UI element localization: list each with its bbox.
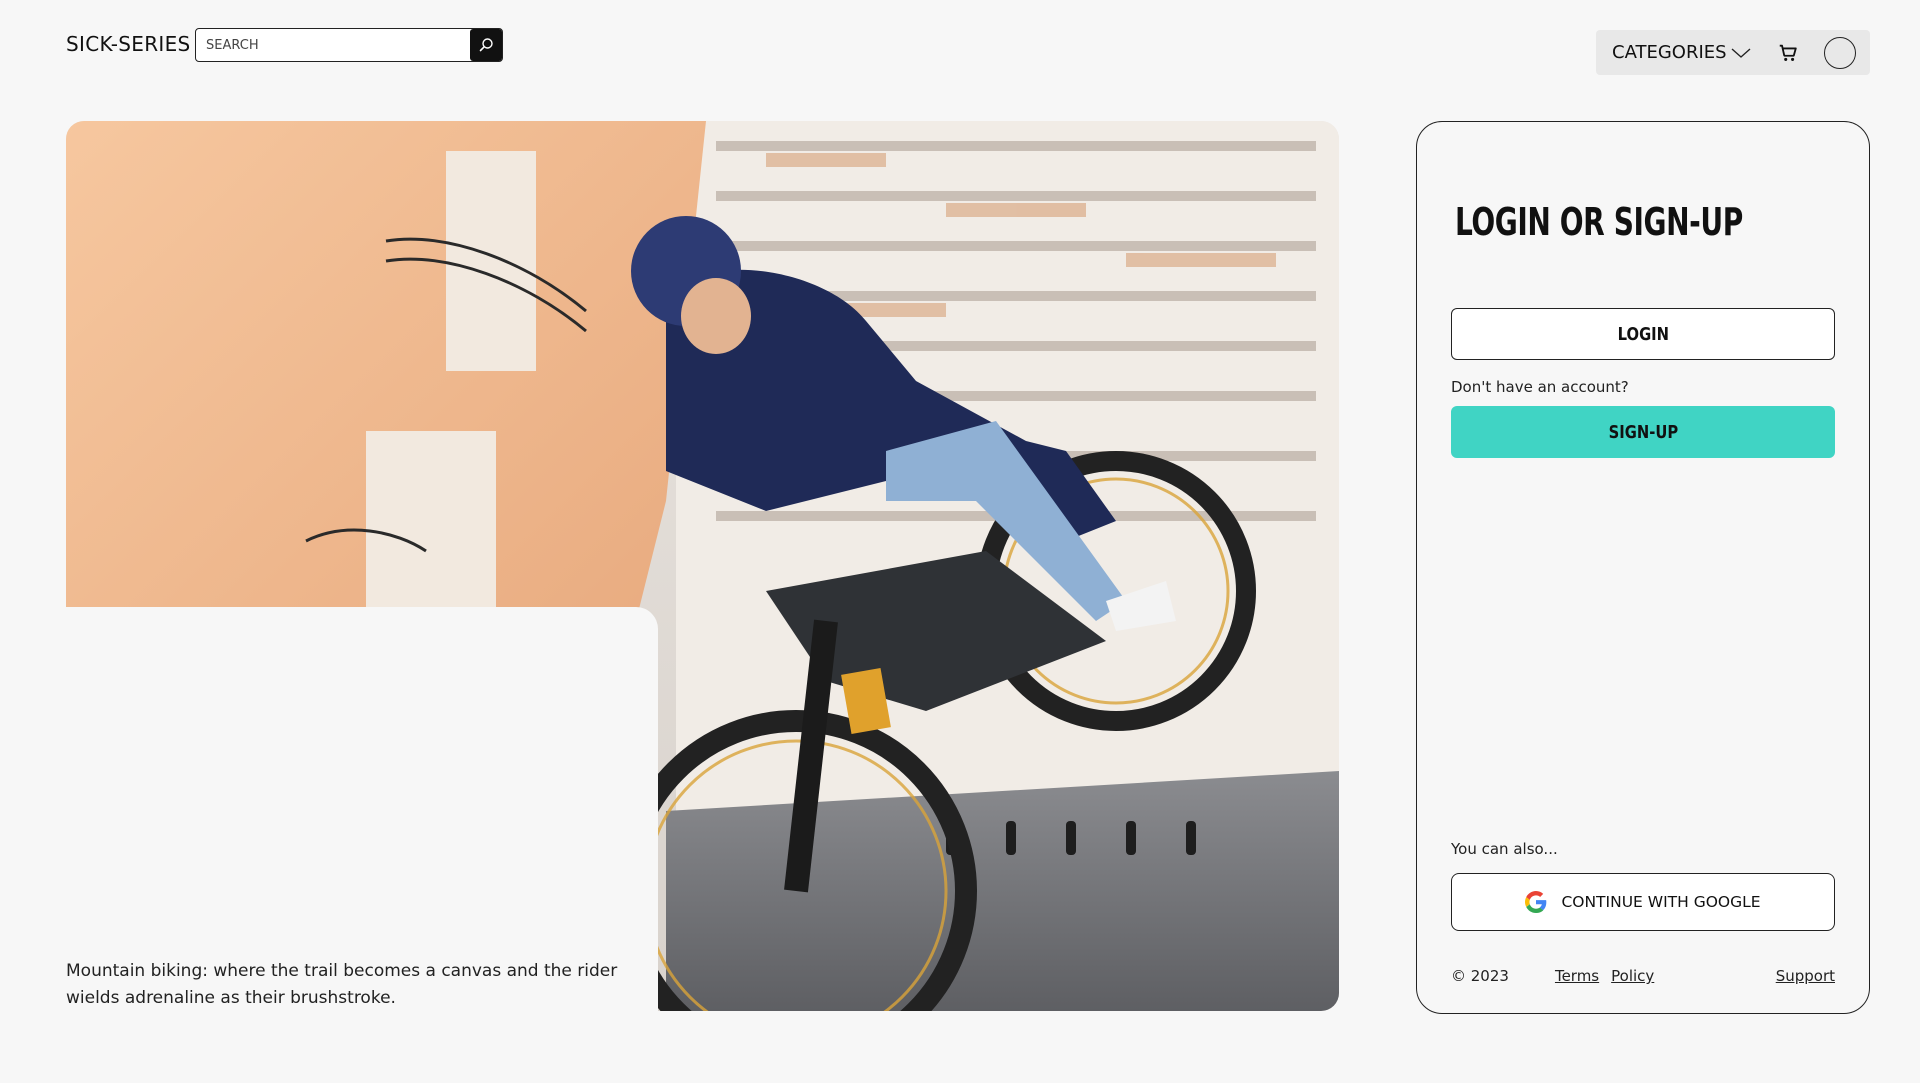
hero-caption: Mountain biking: where the trail becomes… — [66, 961, 618, 1008]
copyright: © 2023 — [1451, 967, 1509, 985]
no-account-text: Don't have an account? — [1451, 378, 1629, 396]
google-icon — [1525, 891, 1547, 913]
signup-label: SIGN-UP — [1608, 421, 1678, 443]
top-nav: CATEGORIES — [1596, 30, 1870, 75]
site-logo[interactable]: SICK-SERIES — [66, 32, 191, 56]
terms-link[interactable]: Terms — [1555, 967, 1599, 985]
search-icon — [479, 38, 493, 52]
chevron-down-icon — [1731, 47, 1751, 58]
policy-link[interactable]: Policy — [1611, 967, 1654, 985]
avatar[interactable] — [1824, 36, 1856, 69]
hero-cutout — [66, 607, 658, 1017]
also-text: You can also... — [1451, 840, 1558, 858]
auth-title: LOGIN OR SIGN-UP — [1455, 200, 1743, 244]
google-label: CONTINUE WITH GOOGLE — [1561, 893, 1761, 911]
search-bar — [195, 28, 503, 62]
categories-label: CATEGORIES — [1612, 42, 1727, 63]
login-label: LOGIN — [1617, 323, 1669, 345]
support-link[interactable]: Support — [1776, 967, 1835, 985]
panel-footer: © 2023 Terms Policy Support — [1451, 967, 1835, 985]
signup-button[interactable]: SIGN-UP — [1451, 406, 1835, 458]
hero-image — [66, 121, 1339, 1017]
google-signin-button[interactable]: CONTINUE WITH GOOGLE — [1451, 873, 1835, 931]
login-button[interactable]: LOGIN — [1451, 308, 1835, 360]
categories-dropdown[interactable]: CATEGORIES — [1612, 42, 1751, 63]
cart-button[interactable] — [1777, 42, 1799, 64]
search-input[interactable] — [196, 29, 470, 61]
cart-icon — [1779, 44, 1797, 61]
search-button[interactable] — [470, 29, 502, 61]
auth-panel: LOGIN OR SIGN-UP LOGIN Don't have an acc… — [1416, 121, 1870, 1014]
